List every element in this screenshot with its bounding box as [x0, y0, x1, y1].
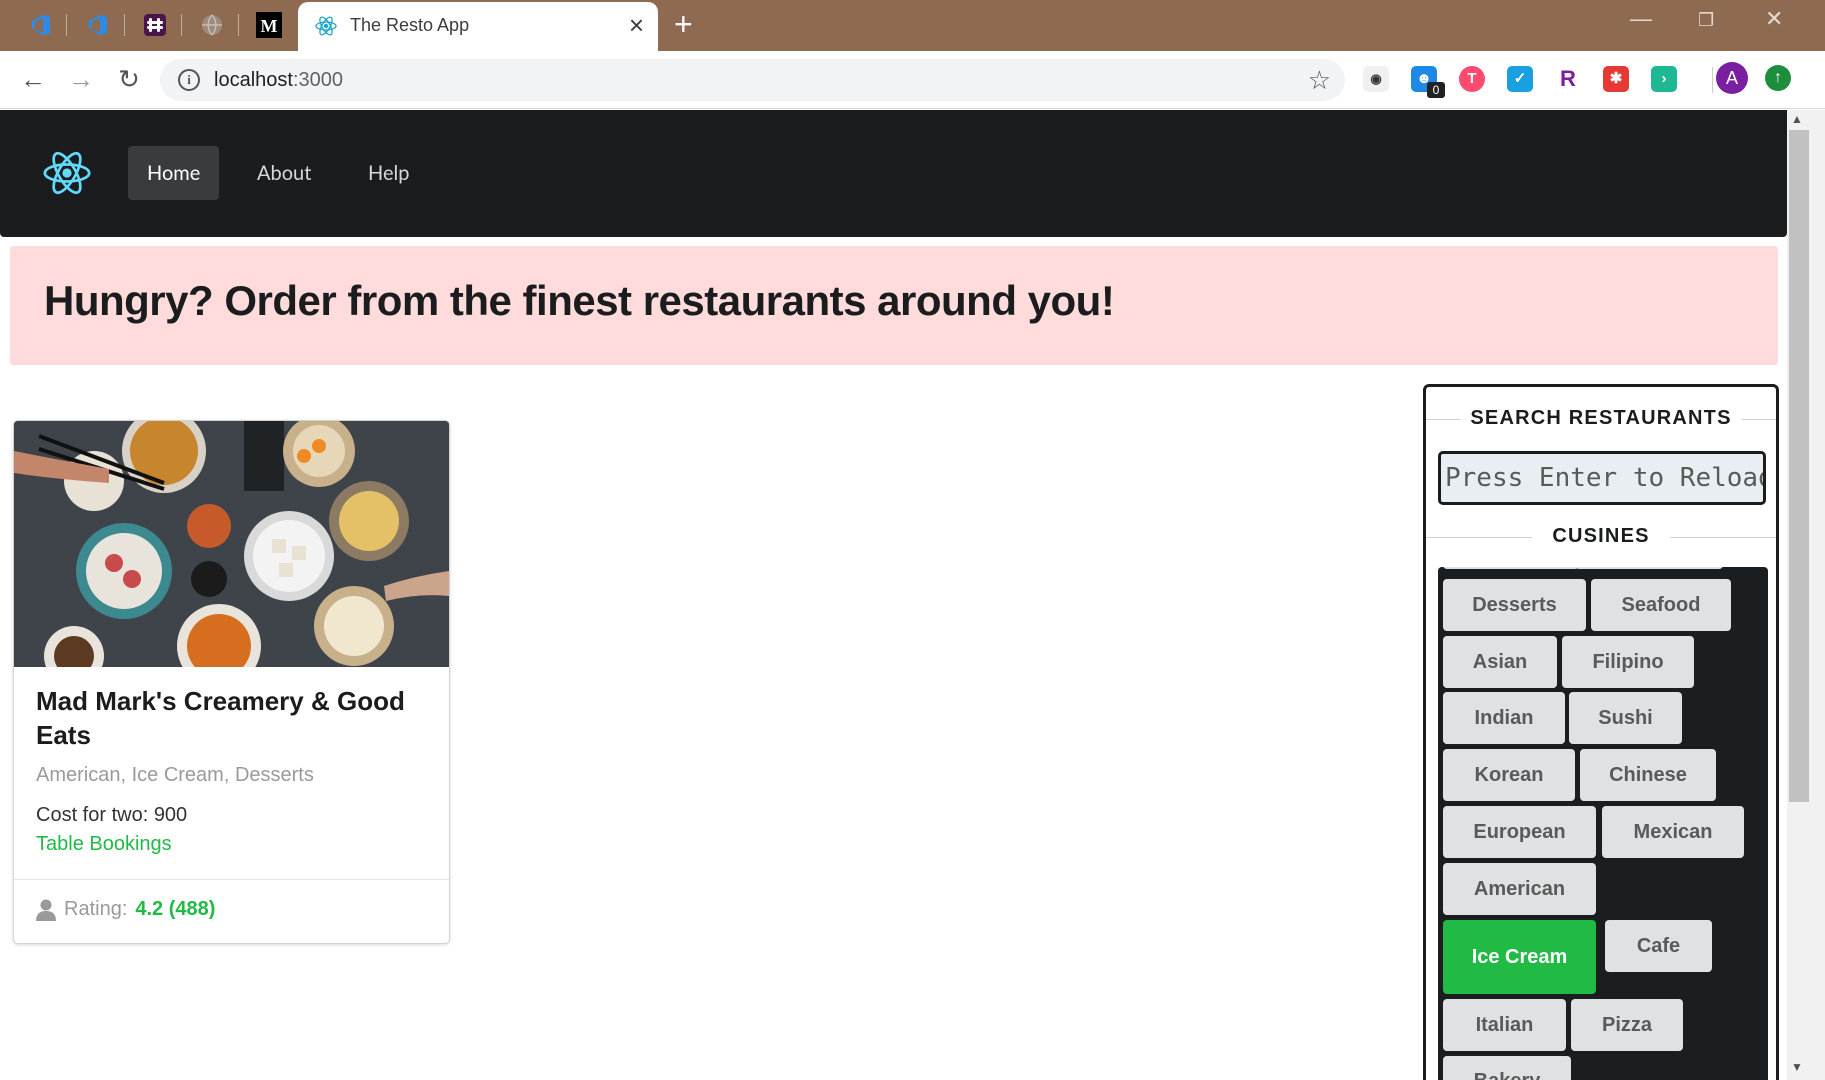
profile-avatar[interactable]: A	[1716, 62, 1748, 94]
toolbar-separator	[1712, 67, 1713, 93]
restaurant-photo	[14, 421, 449, 667]
url-text: localhost:3000	[214, 69, 343, 91]
azure-devops-icon	[89, 15, 107, 35]
tab-separator	[124, 14, 125, 36]
svg-text:M: M	[261, 16, 278, 36]
tab-separator	[238, 14, 239, 36]
cuisine-chip-ice-cream[interactable]: Ice Cream	[1443, 920, 1596, 994]
page-viewport: Home About Help Hungry? Order from the f…	[0, 110, 1787, 1080]
nav-home[interactable]: Home	[128, 146, 220, 200]
search-header: SEARCH RESTAURANTS	[1426, 407, 1776, 430]
reload-icon[interactable]: ↻	[112, 62, 146, 96]
address-bar[interactable]: i localhost:3000 ☆	[160, 59, 1345, 101]
cuisine-chip-asian[interactable]: Asian	[1443, 636, 1557, 688]
site-info-icon[interactable]: i	[178, 69, 200, 91]
search-field[interactable]	[1438, 451, 1766, 505]
medium-icon: M	[256, 12, 282, 38]
browser-toolbar: ← → ↻ i localhost:3000 ☆ ◉ ☻ 0 T ✓ R ✱ ›	[0, 51, 1825, 109]
browser-tab-strip: M The Resto App × + — ❐ ✕	[0, 0, 1825, 51]
new-tab-button[interactable]: +	[674, 6, 693, 42]
extension-owl-icon[interactable]: ◉	[1363, 66, 1389, 92]
cuisine-chip-mexican[interactable]: Mexican	[1602, 806, 1744, 858]
card-divider	[14, 879, 449, 880]
cuisine-chip-bakery[interactable]: Bakery	[1443, 1056, 1571, 1080]
table-bookings-label: Table Bookings	[36, 833, 172, 855]
react-logo-icon	[315, 16, 337, 36]
food-photo-image	[14, 421, 449, 667]
restore-window-button[interactable]: ❐	[1698, 10, 1714, 31]
extension-todoist-icon[interactable]: T	[1459, 66, 1485, 92]
globe-icon	[202, 14, 222, 36]
update-arrow-icon[interactable]: ↑	[1765, 65, 1791, 91]
nav-help[interactable]: Help	[349, 146, 428, 200]
tab-the-resto-app[interactable]: The Resto App ×	[298, 2, 658, 51]
back-arrow-icon[interactable]: ←	[16, 62, 50, 96]
rating-label: Rating:	[64, 898, 128, 920]
react-logo-icon[interactable]	[40, 146, 94, 200]
bookmark-star-icon[interactable]: ☆	[1308, 65, 1331, 96]
cuisine-chip-cafe[interactable]: Cafe	[1605, 920, 1712, 972]
scroll-up-arrow-icon[interactable]: ▲	[1791, 112, 1803, 126]
slack-icon	[144, 14, 166, 36]
hero-headline: Hungry? Order from the finest restaurant…	[44, 277, 1115, 324]
restaurant-name[interactable]: Mad Mark's Creamery & Good Eats	[36, 684, 436, 752]
forward-arrow-icon[interactable]: →	[64, 62, 98, 96]
header-rule	[1670, 537, 1776, 538]
page-scrollbar[interactable]: ▲ ▼	[1787, 110, 1825, 1080]
cuisine-chip-italian[interactable]: Italian	[1443, 999, 1566, 1051]
cuisine-chip-american[interactable]: American	[1443, 863, 1596, 915]
cuisine-chip-korean[interactable]: Korean	[1443, 749, 1575, 801]
rating-value: 4.2 (488)	[135, 898, 216, 920]
cuisines-header: CUSINES	[1426, 525, 1776, 548]
cuisine-chip-indian[interactable]: Indian	[1443, 692, 1565, 744]
cuisine-chip-filipino[interactable]: Filipino	[1562, 636, 1694, 688]
pinned-tab-azure-devops-2[interactable]	[77, 8, 119, 42]
tab-separator	[181, 14, 182, 36]
restaurant-rating: Rating: 4.2 (488)	[36, 898, 215, 921]
nav-about[interactable]: About	[238, 146, 330, 200]
pinned-tab-azure-devops[interactable]	[20, 8, 62, 42]
azure-devops-icon	[32, 15, 50, 35]
close-tab-icon[interactable]: ×	[629, 11, 644, 39]
scroll-down-arrow-icon[interactable]: ▼	[1791, 1060, 1803, 1074]
extension-badge: 0	[1427, 82, 1445, 98]
close-window-button[interactable]: ✕	[1765, 6, 1783, 32]
top-navbar: Home About Help	[0, 110, 1787, 237]
extension-bug-icon[interactable]: ✱	[1603, 66, 1629, 92]
scrollbar-thumb[interactable]	[1789, 130, 1809, 802]
cuisine-chip-desserts[interactable]: Desserts	[1443, 579, 1586, 631]
cuisine-chip-european[interactable]: European	[1443, 806, 1596, 858]
restaurant-card[interactable]: Mad Mark's Creamery & Good Eats American…	[13, 420, 450, 944]
cuisine-list[interactable]: Desserts Seafood Asian Filipino Indian S…	[1438, 567, 1768, 1080]
cuisine-chip-chinese[interactable]: Chinese	[1580, 749, 1716, 801]
cuisine-chip-hidden[interactable]	[1443, 567, 1579, 569]
cuisine-chip-pizza[interactable]: Pizza	[1571, 999, 1683, 1051]
cuisine-chip-seafood[interactable]: Seafood	[1591, 579, 1731, 631]
extension-terminal-icon[interactable]: ›	[1651, 66, 1677, 92]
tab-title: The Resto App	[350, 15, 470, 35]
header-rule	[1426, 419, 1460, 420]
search-input[interactable]	[1441, 454, 1763, 502]
header-rule	[1742, 419, 1776, 420]
hero-banner: Hungry? Order from the finest restaurant…	[10, 246, 1778, 365]
restaurant-cost: Cost for two: 900	[36, 804, 188, 826]
pinned-tab-slack[interactable]	[134, 8, 176, 42]
header-rule	[1426, 537, 1532, 538]
cuisine-chip-hidden[interactable]	[1575, 567, 1723, 569]
pinned-tab-medium[interactable]: M	[248, 8, 290, 42]
cuisine-chip-sushi[interactable]: Sushi	[1569, 692, 1682, 744]
pinned-tab-globe[interactable]	[191, 8, 233, 42]
search-sidebar: SEARCH RESTAURANTS CUSINES Desserts Seaf…	[1423, 384, 1779, 1080]
restaurant-cuisines: American, Ice Cream, Desserts	[36, 764, 314, 786]
extension-checkmark-icon[interactable]: ✓	[1507, 66, 1533, 92]
extension-r-icon[interactable]: R	[1555, 66, 1581, 92]
user-icon	[36, 899, 56, 921]
tab-separator	[66, 14, 67, 36]
minimize-window-button[interactable]: —	[1630, 6, 1652, 32]
